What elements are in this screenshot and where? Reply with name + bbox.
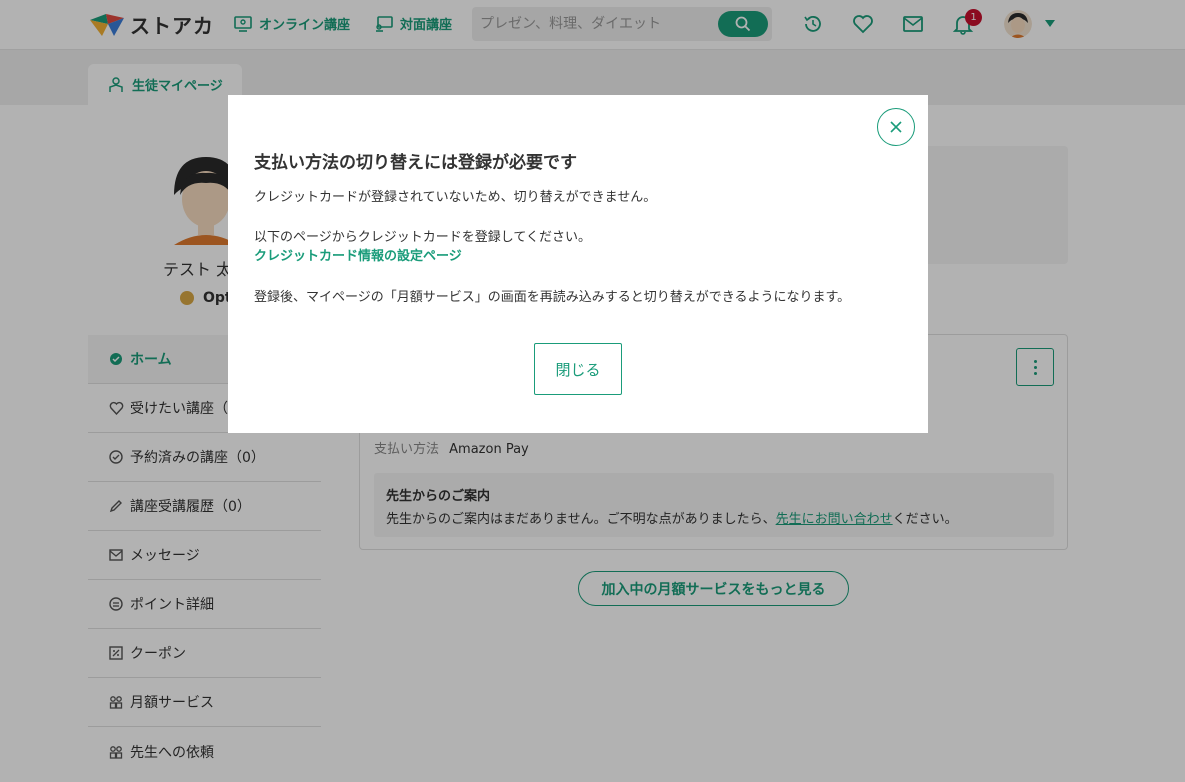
modal-line-1: クレジットカードが登録されていないため、切り替えができません。 <box>254 190 657 205</box>
payment-switch-modal: 支払い方法の切り替えには登録が必要です クレジットカードが登録されていないため、… <box>228 95 928 433</box>
close-icon <box>890 121 902 133</box>
modal-line-2: 以下のページからクレジットカードを登録してください。 <box>254 230 591 245</box>
credit-card-settings-link[interactable]: クレジットカード情報の設定ページ <box>254 245 462 264</box>
modal-title: 支払い方法の切り替えには登録が必要です <box>254 153 577 173</box>
modal-close-text-button[interactable]: 閉じる <box>534 343 622 395</box>
modal-line-3: 登録後、マイページの「月額サービス」の画面を再読み込みすると切り替えができるよう… <box>254 290 851 305</box>
modal-close-button[interactable] <box>877 108 915 146</box>
